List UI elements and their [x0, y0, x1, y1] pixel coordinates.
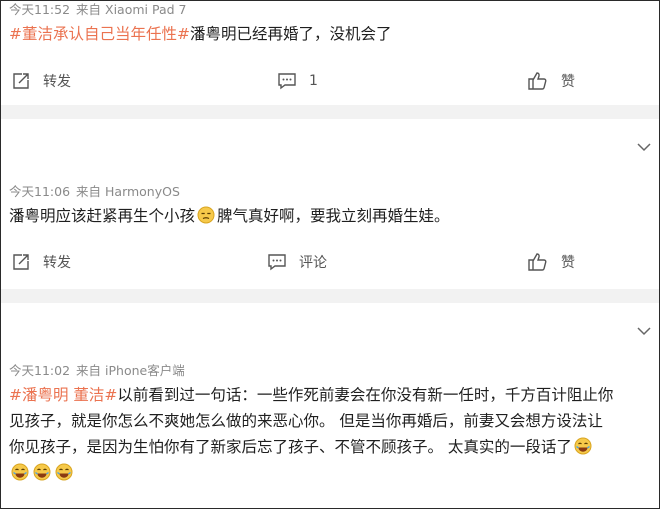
emoji-icon	[11, 463, 29, 481]
like-button[interactable]: 赞	[527, 66, 575, 96]
post-line-1: #潘粤明 董洁#以前看到过一句话：一些作死前妻会在你没有新一任时，千方百计阻止你	[9, 382, 645, 408]
post-time: 今天11:52	[9, 2, 71, 17]
hashtag-link[interactable]: #潘粤明 董洁#	[9, 386, 117, 404]
share-icon	[11, 252, 31, 272]
post-3: 今天11:02 来自 iPhone客户端 #潘粤明 董洁#以前看到过一句话：一些作…	[1, 303, 659, 508]
divider	[1, 289, 659, 303]
post-time: 今天11:06	[9, 184, 71, 199]
post-body: 潘粤明已经再婚了，没机会了	[189, 25, 392, 43]
repost-button[interactable]: 转发	[11, 247, 71, 277]
emoji-icon	[197, 206, 215, 224]
post-body-end: 你见孩子，是因为生怕你有了新家后忘了孩子、不管不顾孩子。 太真实的一段话了	[9, 438, 572, 456]
hashtag-link[interactable]: #董洁承认自己当年任性#	[9, 25, 190, 43]
post-text: #潘粤明 董洁#以前看到过一句话：一些作死前妻会在你没有新一任时，千方百计阻止你…	[9, 382, 645, 486]
post-line-3: 你见孩子，是因为生怕你有了新家后忘了孩子、不管不顾孩子。 太真实的一段话了	[9, 434, 645, 460]
post-text: #董洁承认自己当年任性#潘粤明已经再婚了，没机会了	[9, 21, 645, 47]
post-meta: 今天11:06 来自 HarmonyOS	[9, 181, 180, 200]
post-time: 今天11:02	[9, 363, 71, 378]
emoji-icon	[55, 463, 73, 481]
post-body-continued: 脾气真好啊，要我立刻再婚生娃。	[217, 207, 450, 225]
post-meta: 今天11:02 来自 iPhone客户端	[9, 360, 185, 379]
thumbs-up-icon	[527, 71, 549, 91]
comment-button[interactable]: 1	[277, 66, 318, 96]
emoji-icon	[574, 437, 592, 455]
thumbs-up-icon	[527, 252, 549, 272]
post-source: 来自 Xiaomi Pad 7	[76, 2, 187, 17]
comment-label: 评论	[299, 255, 327, 271]
emoji-row	[9, 460, 645, 486]
repost-label: 转发	[43, 74, 71, 90]
comment-button[interactable]: 评论	[267, 247, 327, 277]
repost-button[interactable]: 转发	[11, 66, 71, 96]
post-text: 潘粤明应该赶紧再生个小孩 脾气真好啊，要我立刻再婚生娃。	[9, 203, 645, 229]
post-source: 来自 iPhone客户端	[76, 363, 185, 378]
action-bar: 转发 1 赞	[1, 66, 659, 96]
share-icon	[11, 71, 31, 91]
chevron-down-icon[interactable]	[637, 137, 651, 156]
weibo-comment-list: 今天11:52 来自 Xiaomi Pad 7 #董洁承认自己当年任性#潘粤明已经…	[0, 0, 660, 509]
post-body: 潘粤明应该赶紧再生个小孩	[9, 207, 196, 225]
post-1: 今天11:52 来自 Xiaomi Pad 7 #董洁承认自己当年任性#潘粤明已经…	[1, 1, 659, 105]
emoji-icon	[33, 463, 51, 481]
post-line-2: 见孩子，就是你怎么不爽她怎么做的来恶心你。 但是当你再婚后，前妻又会想方设法让	[9, 412, 603, 430]
divider	[1, 105, 659, 119]
like-label: 赞	[561, 255, 575, 271]
like-button[interactable]: 赞	[527, 247, 575, 277]
repost-label: 转发	[43, 255, 71, 271]
action-bar: 转发 评论 赞	[1, 247, 659, 277]
chevron-down-icon[interactable]	[637, 321, 651, 340]
comment-icon	[277, 71, 297, 91]
post-2: 今天11:06 来自 HarmonyOS 潘粤明应该赶紧再生个小孩 脾气真好啊，要我…	[1, 119, 659, 289]
like-label: 赞	[561, 74, 575, 90]
post-body: 以前看到过一句话：一些作死前妻会在你没有新一任时，千方百计阻止你	[117, 386, 614, 404]
post-meta: 今天11:52 来自 Xiaomi Pad 7	[9, 1, 187, 18]
comment-count: 1	[309, 73, 318, 89]
comment-icon	[267, 252, 287, 272]
post-source: 来自 HarmonyOS	[76, 184, 180, 199]
